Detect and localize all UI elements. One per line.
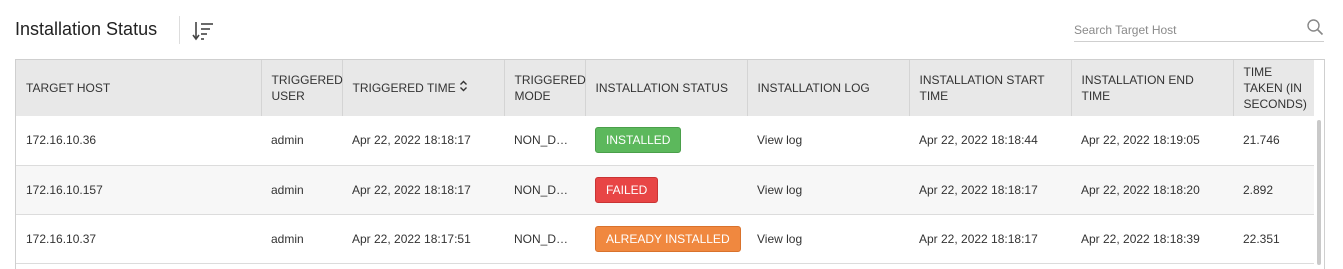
status-badge: FAILED xyxy=(595,176,659,203)
cell-triggered-user: admin xyxy=(261,214,342,264)
column-header-label: TRIGGERED MODE xyxy=(514,73,586,103)
cell-triggered-mode: NON_DO... xyxy=(504,165,585,215)
table-row[interactable]: 172.16.10.157 admin Apr 22, 2022 18:18:1… xyxy=(16,165,1314,215)
view-log-link[interactable]: View log xyxy=(757,232,802,246)
column-header-label: INSTALLATION STATUS xyxy=(595,81,728,95)
cell-target-host: 172.16.10.37 xyxy=(16,214,261,264)
table-row[interactable]: 172.16.10.36 admin Apr 22, 2022 18:18:17… xyxy=(16,116,1314,166)
cell-triggered-user: admin xyxy=(261,165,342,215)
column-header-label: INSTALLATION END TIME xyxy=(1081,73,1194,103)
cell-installation-status: FAILED xyxy=(585,165,747,215)
status-badge: INSTALLED xyxy=(595,127,682,154)
cell-installation-log: View log xyxy=(747,165,909,215)
installation-status-table: TARGET HOST TRIGGERED USER TRIGGERED TIM… xyxy=(15,59,1325,269)
column-header-label: INSTALLATION LOG xyxy=(757,81,870,95)
column-header-triggered-time[interactable]: TRIGGERED TIME xyxy=(342,60,505,116)
column-header-label: INSTALLATION START TIME xyxy=(919,73,1045,103)
column-header-triggered-mode[interactable]: TRIGGERED MODE xyxy=(504,60,586,116)
sort-toggle-icon[interactable] xyxy=(459,80,468,96)
cell-triggered-time: Apr 22, 2022 18:18:17 xyxy=(342,116,504,166)
cell-target-host: 172.16.10.157 xyxy=(16,165,261,215)
search-box xyxy=(1074,17,1324,42)
cell-start-time: Apr 22, 2022 18:18:44 xyxy=(909,116,1071,166)
sort-descending-icon[interactable] xyxy=(191,19,215,43)
cell-end-time: Apr 22, 2022 18:18:39 xyxy=(1071,214,1233,264)
column-header-installation-log[interactable]: INSTALLATION LOG xyxy=(747,60,910,116)
cell-triggered-time: Apr 22, 2022 18:18:17 xyxy=(342,165,504,215)
view-log-link[interactable]: View log xyxy=(757,133,802,147)
table-scrollbar[interactable] xyxy=(1317,120,1321,265)
view-log-link[interactable]: View log xyxy=(757,183,802,197)
cell-installation-log: View log xyxy=(747,116,909,166)
column-header-triggered-user[interactable]: TRIGGERED USER xyxy=(261,60,343,116)
status-badge: ALREADY INSTALLED xyxy=(595,225,741,252)
title-divider xyxy=(179,16,180,44)
search-icon[interactable] xyxy=(1306,18,1324,36)
page-title: Installation Status xyxy=(15,19,158,39)
cell-end-time: Apr 22, 2022 18:19:05 xyxy=(1071,116,1233,166)
cell-installation-status: ALREADY INSTALLED xyxy=(585,214,747,264)
cell-start-time: Apr 22, 2022 18:18:17 xyxy=(909,165,1071,215)
column-header-end-time[interactable]: INSTALLATION END TIME xyxy=(1071,60,1234,116)
cell-triggered-user: admin xyxy=(261,116,342,166)
column-header-start-time[interactable]: INSTALLATION START TIME xyxy=(909,60,1072,116)
cell-triggered-mode: NON_DO... xyxy=(504,116,585,166)
cell-end-time: Apr 22, 2022 18:18:20 xyxy=(1071,165,1233,215)
column-header-label: TRIGGERED TIME xyxy=(352,80,456,95)
cell-triggered-time: Apr 22, 2022 18:17:51 xyxy=(342,214,504,264)
cell-installation-log: View log xyxy=(747,214,909,264)
column-header-time-taken[interactable]: TIME TAKEN (IN SECONDS) xyxy=(1233,60,1314,116)
cell-start-time: Apr 22, 2022 18:18:17 xyxy=(909,214,1071,264)
column-header-target-host[interactable]: TARGET HOST xyxy=(16,60,262,116)
cell-time-taken: 2.892 xyxy=(1233,165,1314,215)
search-input[interactable] xyxy=(1074,21,1296,39)
column-header-label: TARGET HOST xyxy=(26,81,111,95)
cell-installation-status: INSTALLED xyxy=(585,116,747,166)
table-row[interactable]: 172.16.10.37 admin Apr 22, 2022 18:17:51… xyxy=(16,214,1314,264)
column-header-installation-status[interactable]: INSTALLATION STATUS xyxy=(585,60,748,116)
table-header-row: TARGET HOST TRIGGERED USER TRIGGERED TIM… xyxy=(16,60,1314,116)
cell-time-taken: 21.746 xyxy=(1233,116,1314,166)
cell-target-host: 172.16.10.36 xyxy=(16,116,261,166)
cell-time-taken: 22.351 xyxy=(1233,214,1314,264)
column-header-label: TIME TAKEN (IN SECONDS) xyxy=(1243,65,1307,111)
cell-triggered-mode: NON_DO... xyxy=(504,214,585,264)
column-header-label: TRIGGERED USER xyxy=(271,73,343,103)
